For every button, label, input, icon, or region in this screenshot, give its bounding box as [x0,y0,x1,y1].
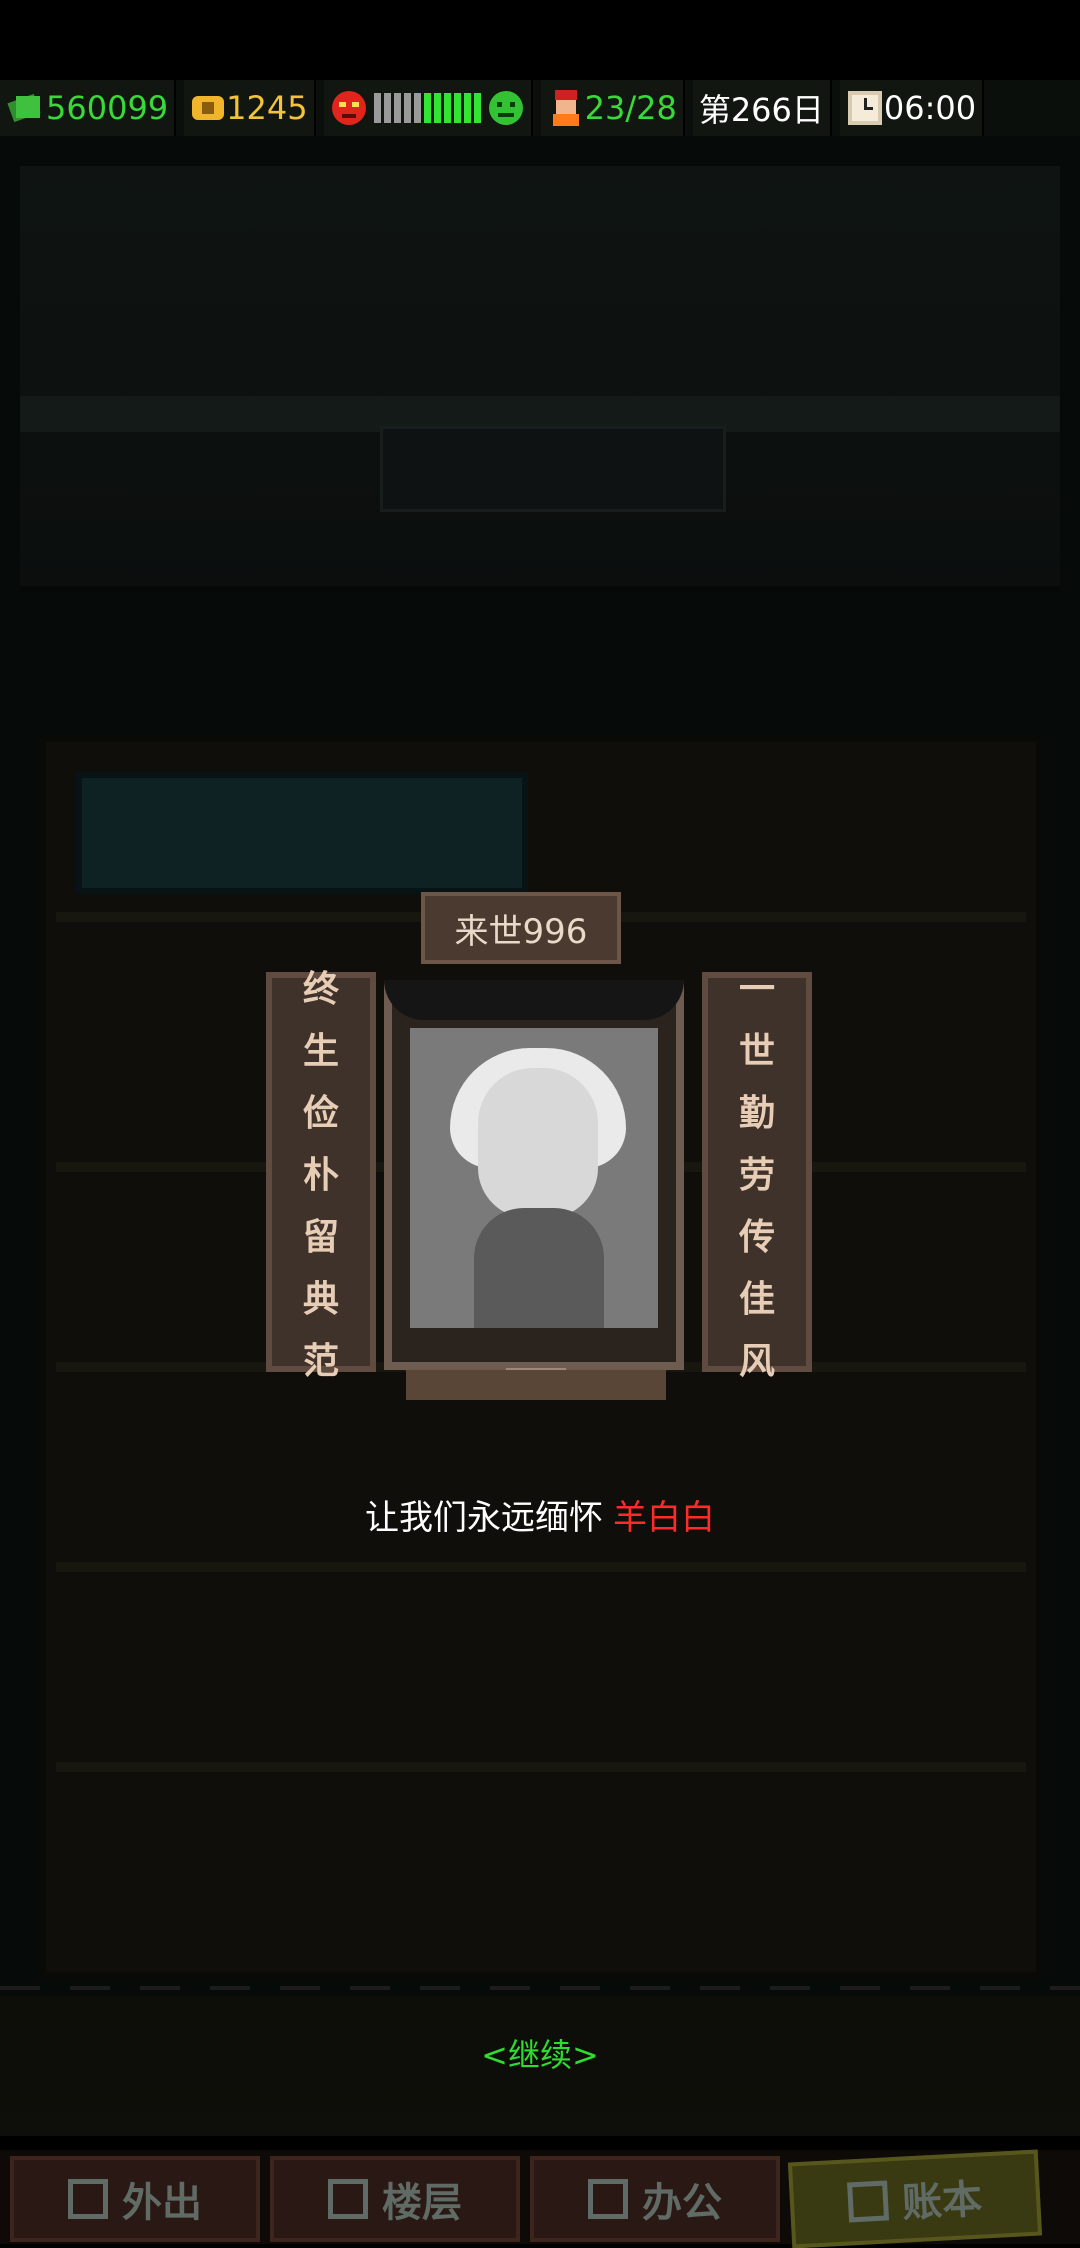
portrait-frame [384,980,684,1370]
nav-office-button[interactable]: 办公 [530,2156,780,2242]
right-couplet: 一 世 勤 劳 传 佳 风 [702,969,812,1382]
portrait [410,1028,658,1328]
bottom-nav: 外出 楼层 办公 账本 [0,2149,1080,2248]
coin-icon [192,96,225,120]
money-stat: 560099 [0,80,177,136]
door-icon [68,2179,108,2219]
status-bar: 560099 1245 23/28 第266日 06:00 [0,80,1080,136]
clock-icon [847,91,882,125]
happy-face-icon [488,91,523,125]
coin-value: 1245 [226,89,308,127]
money-value: 560099 [46,89,169,127]
nav-floors-button[interactable]: 楼层 [270,2156,520,2242]
time-label: 06:00 [883,89,977,127]
nav-ledger-button[interactable]: 账本 [787,2149,1043,2248]
tenant-count: 23/28 [584,89,677,127]
continue-button[interactable]: <继续> [0,2030,1080,2076]
tenant-stat: 23/28 [540,80,685,136]
mood-bar [373,93,481,123]
tenant-avatar-icon [552,90,579,126]
black-drape [384,980,684,1020]
day-stat: 第266日 [692,80,832,136]
left-couplet: 终 生 俭 朴 留 典 范 [266,969,376,1382]
cash-icon [7,93,41,123]
angry-face-icon [331,91,366,125]
memorial-title: 来世996 [421,892,621,964]
memorial-message-text: 让我们永远缅怀 [365,1498,603,1538]
deceased-name: 羊白白 [613,1498,715,1538]
day-label: 第266日 [698,91,824,129]
nav-out-button[interactable]: 外出 [10,2156,260,2242]
office-icon [588,2179,628,2219]
ledger-icon [847,2180,890,2223]
memorial-shrine: 来世996 终 生 俭 朴 留 典 范 一 世 勤 劳 传 佳 风 [256,892,816,1412]
mood-stat [323,80,533,136]
incense-burner [506,1332,566,1374]
memorial-message: 让我们永远缅怀 羊白白 [0,1490,1080,1539]
altar [406,1370,666,1400]
coin-stat: 1245 [184,80,316,136]
time-stat: 06:00 [839,80,985,136]
floors-icon [328,2179,368,2219]
